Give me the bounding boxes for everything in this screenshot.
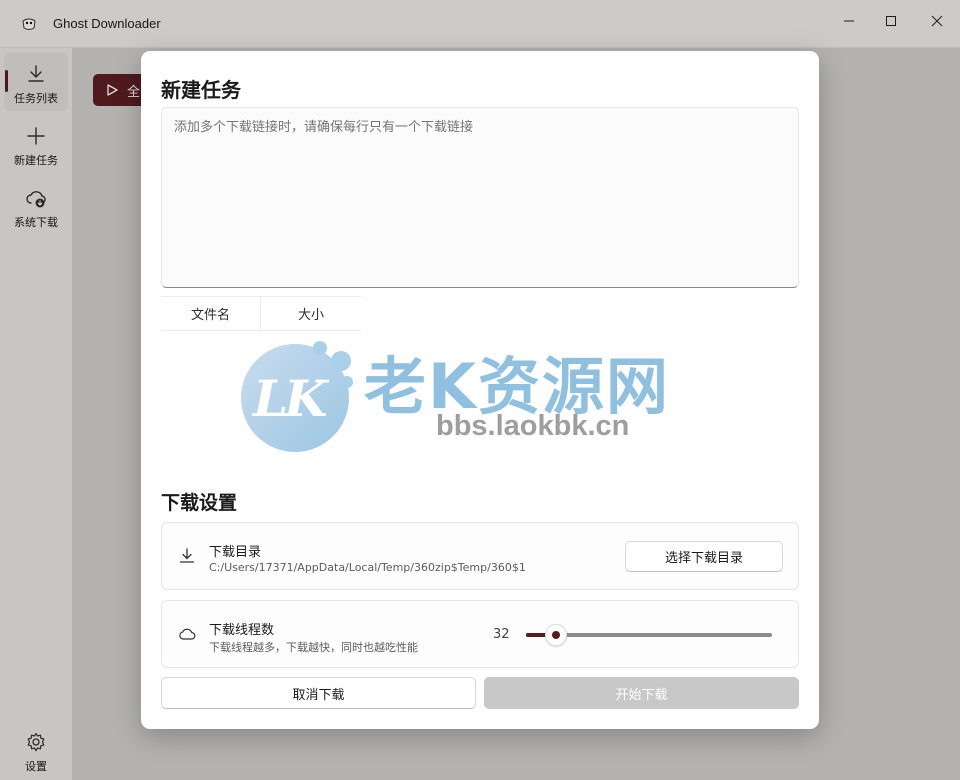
choose-dir-button[interactable]: 选择下载目录 [625, 541, 783, 572]
download-dir-card: 下载目录 C:/Users/17371/AppData/Local/Temp/3… [161, 522, 799, 590]
watermark-logo-text: LK [253, 369, 328, 428]
watermark-url: bbs.laokbk.cn [436, 410, 630, 442]
download-settings-title: 下载设置 [161, 492, 238, 514]
threads-description: 下载线程越多，下载越快，同时也越吃性能 [209, 641, 418, 654]
dialog-title: 新建任务 [161, 78, 241, 102]
threads-value: 32 [493, 627, 510, 642]
watermark-bubble [341, 376, 353, 388]
threads-slider[interactable] [526, 624, 772, 646]
download-icon [179, 548, 195, 563]
start-download-button[interactable]: 开始下载 [484, 677, 799, 709]
url-input[interactable] [161, 107, 799, 288]
cancel-download-button[interactable]: 取消下载 [161, 677, 476, 709]
new-task-dialog: 新建任务 文件名 大小 LK 老K资源网 bbs.laokbk.cn 下载设置 … [141, 51, 819, 729]
threads-card: 下载线程数 下载线程越多，下载越快，同时也越吃性能 32 [161, 600, 799, 668]
download-dir-title: 下载目录 [209, 545, 262, 560]
file-table-header: 文件名 大小 [161, 296, 361, 331]
threads-title: 下载线程数 [209, 623, 275, 638]
download-dir-path: C:/Users/17371/AppData/Local/Temp/360zip… [209, 561, 526, 574]
watermark-bubble [313, 341, 327, 355]
watermark-bubble [331, 351, 351, 371]
column-filename[interactable]: 文件名 [161, 297, 261, 330]
cloud-icon [179, 628, 196, 640]
column-size[interactable]: 大小 [261, 297, 361, 330]
slider-thumb[interactable] [544, 624, 567, 646]
